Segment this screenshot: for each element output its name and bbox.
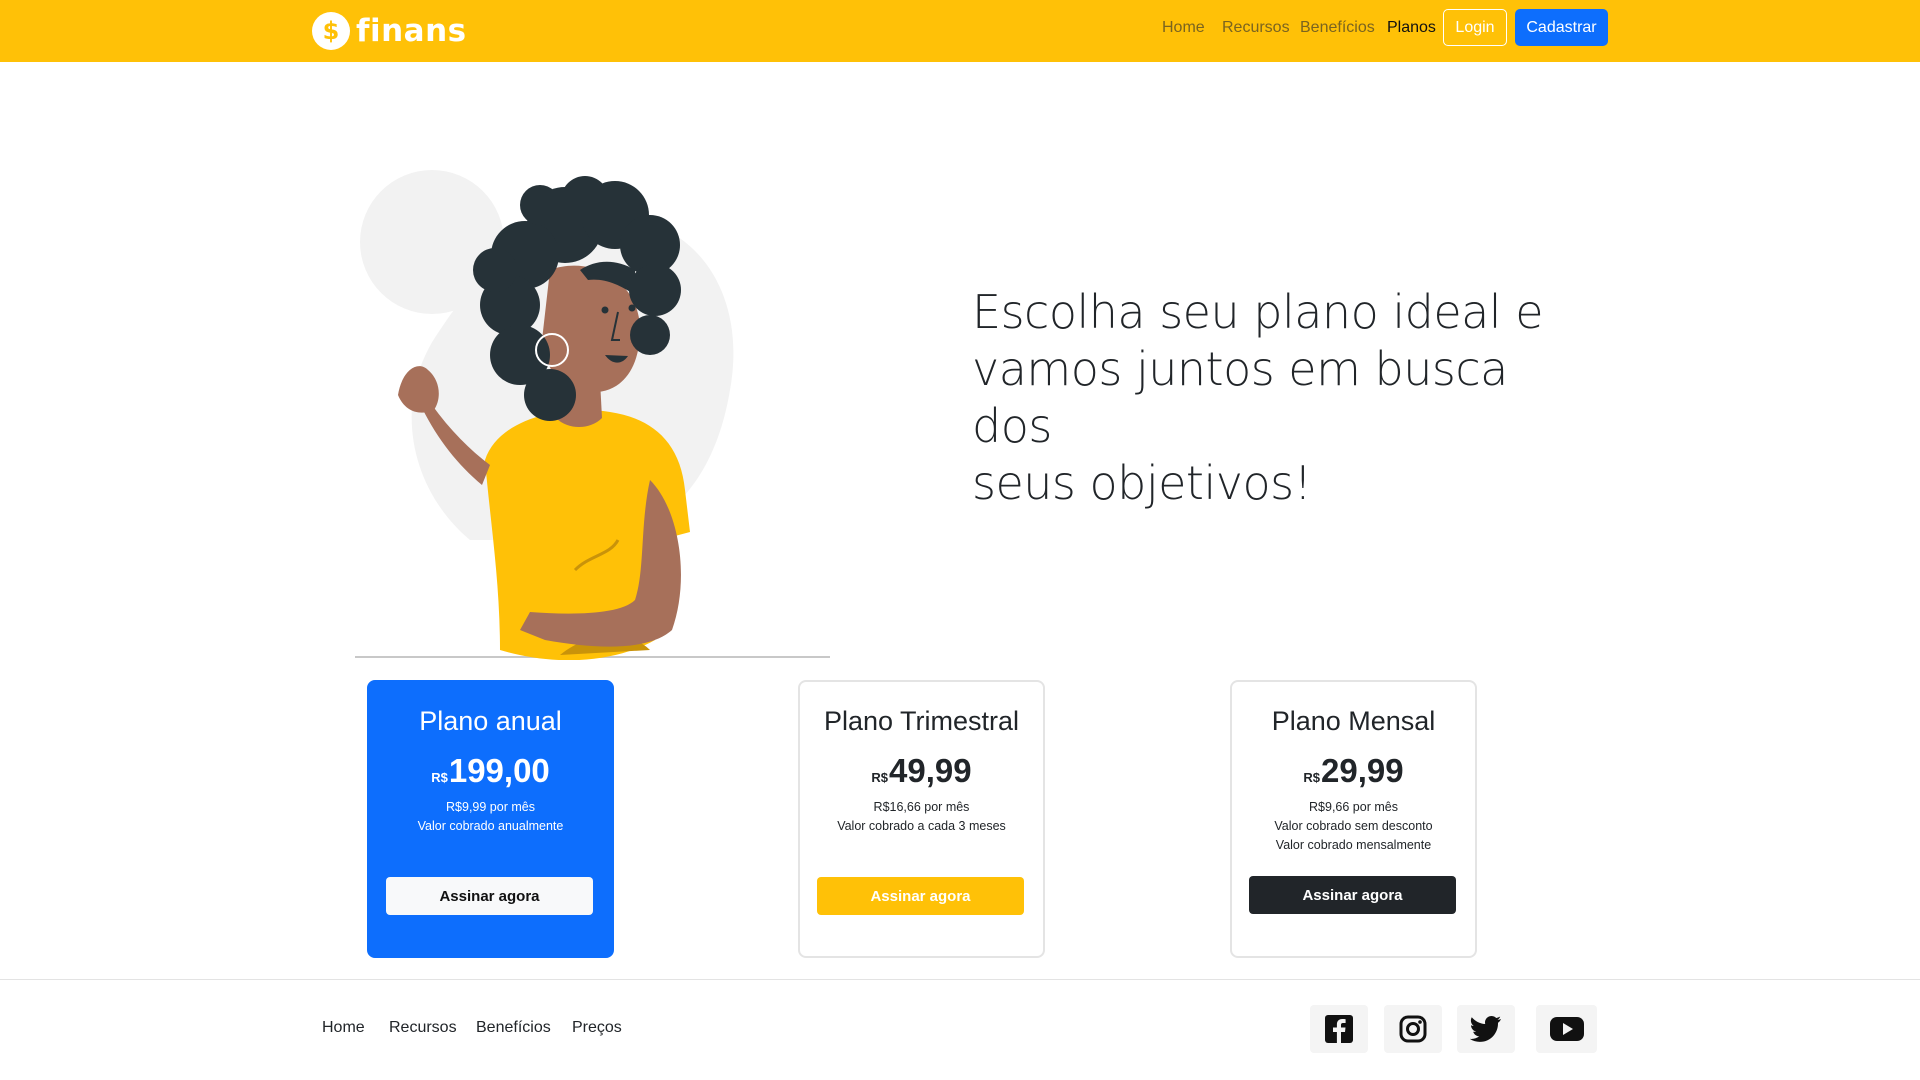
price-value: 49,99: [889, 752, 972, 789]
subscribe-monthly-button[interactable]: Assinar agora: [1249, 876, 1456, 914]
plan-title: Plano Trimestral: [823, 706, 1020, 736]
woman-illustration: [355, 170, 830, 660]
plan-details: R$9,99 por mês Valor cobrado anualmente: [369, 798, 612, 836]
navbar: $ finans Home Recursos Benefícios Planos…: [0, 0, 1920, 62]
plan-details: R$16,66 por mês Valor cobrado a cada 3 m…: [800, 798, 1043, 836]
brand-logo[interactable]: $ finans: [312, 12, 467, 50]
footer-link-home[interactable]: Home: [322, 1019, 365, 1037]
plan-detail-line: Valor cobrado sem desconto: [1274, 819, 1433, 833]
footer-link-beneficios[interactable]: Benefícios: [476, 1019, 551, 1037]
footer-link-precos[interactable]: Preços: [572, 1019, 622, 1037]
price-value: 199,00: [448, 752, 550, 789]
nav-link-beneficios[interactable]: Benefícios: [1300, 19, 1375, 37]
plan-detail-line: R$16,66 por mês: [873, 800, 970, 814]
plan-detail-line: Valor cobrado anualmente: [417, 819, 564, 833]
subscribe-quarterly-button[interactable]: Assinar agora: [817, 877, 1024, 915]
plan-detail-line: R$9,66 por mês: [1309, 800, 1398, 814]
footer-link-recursos[interactable]: Recursos: [389, 1019, 457, 1037]
signup-button[interactable]: Cadastrar: [1515, 9, 1608, 46]
youtube-icon[interactable]: [1536, 1005, 1597, 1053]
nav-link-recursos[interactable]: Recursos: [1222, 19, 1290, 37]
login-button[interactable]: Login: [1443, 9, 1507, 46]
plan-price: R$29,99: [1232, 752, 1475, 790]
plan-price: R$49,99: [800, 752, 1043, 790]
plan-title: Plano anual: [419, 706, 562, 736]
currency-symbol: R$: [431, 770, 448, 785]
plan-details: R$9,66 por mês Valor cobrado sem descont…: [1232, 798, 1475, 855]
nav-link-home[interactable]: Home: [1162, 19, 1205, 37]
plan-title: Plano Mensal: [1271, 706, 1436, 736]
currency-symbol: R$: [1303, 770, 1321, 785]
footer-divider: [0, 979, 1920, 980]
facebook-icon[interactable]: [1310, 1005, 1368, 1053]
plan-detail-line: Valor cobrado a cada 3 meses: [837, 819, 1006, 833]
hero-title: Escolha seu plano ideal e vamos juntos e…: [972, 284, 1592, 512]
twitter-icon[interactable]: [1457, 1005, 1515, 1053]
plan-detail-line: Valor cobrado mensalmente: [1275, 838, 1432, 852]
hero-title-line: Escolha seu plano ideal e: [972, 285, 1544, 339]
plan-card-monthly: Plano Mensal R$29,99 R$9,66 por mês Valo…: [1230, 680, 1477, 958]
instagram-icon[interactable]: [1384, 1005, 1442, 1053]
price-value: 29,99: [1321, 752, 1404, 789]
currency-symbol: R$: [871, 770, 889, 785]
plan-card-quarterly: Plano Trimestral R$49,99 R$16,66 por mês…: [798, 680, 1045, 958]
hero-title-line: vamos juntos em busca dos: [972, 342, 1508, 453]
plan-price: R$199,00: [369, 752, 612, 790]
hero-title-line: seus objetivos!: [972, 456, 1312, 510]
brand-name: finans: [356, 13, 467, 49]
dollar-icon: $: [312, 12, 350, 50]
plan-card-annual: Plano anual R$199,00 R$9,99 por mês Valo…: [367, 680, 614, 958]
subscribe-annual-button[interactable]: Assinar agora: [386, 877, 593, 915]
plan-detail-line: R$9,99 por mês: [446, 800, 535, 814]
nav-link-planos[interactable]: Planos: [1387, 19, 1436, 37]
